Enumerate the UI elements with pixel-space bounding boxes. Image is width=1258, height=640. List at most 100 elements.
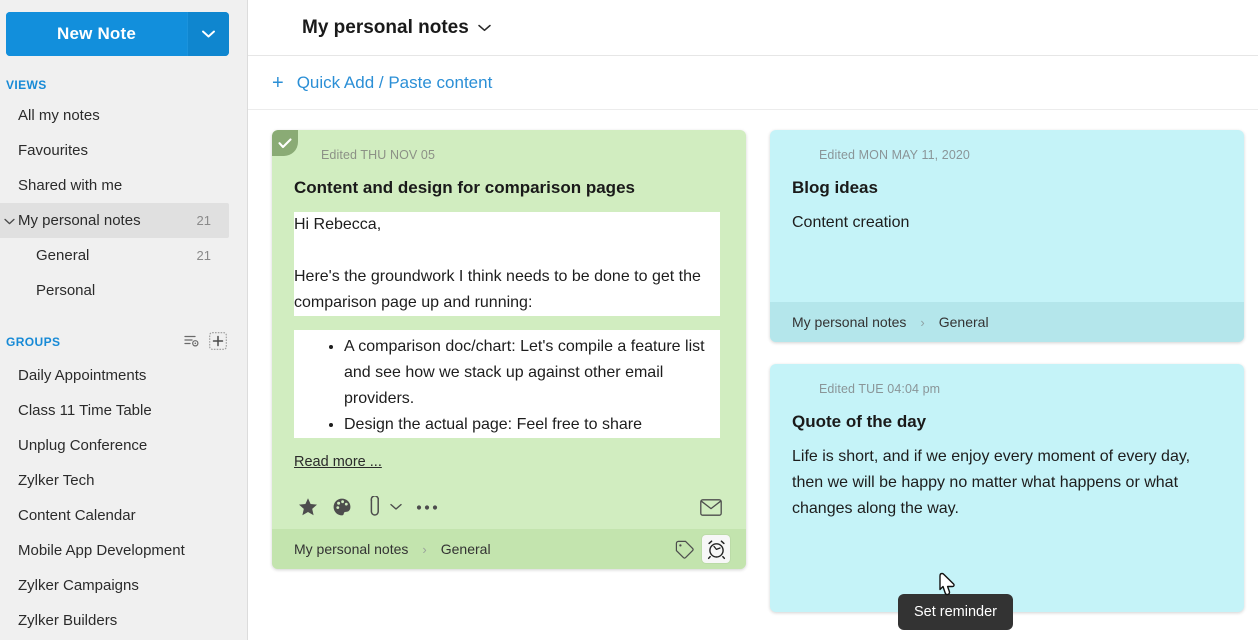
breadcrumb-parent[interactable]: My personal notes <box>294 541 408 557</box>
note-footer: My personal notes › General <box>770 302 1244 342</box>
note-body: Edited MON MAY 11, 2020 Blog ideas Conte… <box>770 130 1244 302</box>
note-title: Quote of the day <box>792 412 1222 432</box>
views-label-text: VIEWS <box>6 78 247 92</box>
sidebar-item-count: 21 <box>197 248 211 263</box>
sidebar-item-label: Personal <box>36 282 211 299</box>
tag-icon[interactable] <box>670 535 698 563</box>
sidebar-group-unplug-conference[interactable]: Unplug Conference <box>0 428 229 463</box>
sidebar-item-my-personal-notes[interactable]: My personal notes 21 <box>0 203 229 238</box>
list-item: A comparison doc/chart: Let's compile a … <box>344 334 712 412</box>
note-edited-timestamp: Edited TUE 04:04 pm <box>819 382 940 396</box>
sidebar-item-shared-with-me[interactable]: Shared with me <box>0 168 229 203</box>
sidebar-group-class-11-time-table[interactable]: Class 11 Time Table <box>0 393 229 428</box>
views-list: All my notes Favourites Shared with me M… <box>0 98 247 308</box>
page-title-dropdown-icon[interactable] <box>478 19 491 37</box>
chevron-down-icon <box>202 25 215 43</box>
groups-section-label: GROUPS <box>0 330 247 354</box>
sidebar-item-favourites[interactable]: Favourites <box>0 133 229 168</box>
sidebar-item-label: Zylker Tech <box>18 472 211 489</box>
attachment-dropdown-icon[interactable] <box>386 503 406 511</box>
note-meta-row: Edited THU NOV 05 <box>294 144 724 166</box>
note-snippet-body: Here's the groundwork I think needs to b… <box>294 264 720 316</box>
groups-label-text: GROUPS <box>6 335 184 349</box>
breadcrumb-separator-icon: › <box>422 542 426 557</box>
author-avatar <box>792 380 811 399</box>
groups-actions <box>184 332 227 353</box>
breadcrumb-separator-icon: › <box>920 315 924 330</box>
add-group-icon[interactable] <box>209 332 227 353</box>
page-title: My personal notes <box>302 17 469 39</box>
user-avatar <box>268 16 292 40</box>
sidebar-item-label: Class 11 Time Table <box>18 402 211 419</box>
quick-add-label: Quick Add / Paste content <box>297 73 493 93</box>
sidebar-group-mobile-app-development[interactable]: Mobile App Development <box>0 533 229 568</box>
app-window: New Note VIEWS All my notes Favourites S… <box>0 0 1258 640</box>
sidebar-group-zylker-tech[interactable]: Zylker Tech <box>0 463 229 498</box>
envelope-icon[interactable] <box>698 499 724 516</box>
notes-column-right: Edited MON MAY 11, 2020 Blog ideas Conte… <box>770 130 1244 612</box>
note-snippet-blank <box>294 238 720 264</box>
notes-column-left: Edited THU NOV 05 Content and design for… <box>272 130 746 569</box>
sidebar-item-label: Shared with me <box>18 177 211 194</box>
note-meta-row: Edited MON MAY 11, 2020 <box>792 144 1222 166</box>
paperclip-icon[interactable] <box>366 496 384 518</box>
sidebar-item-label: Zylker Campaigns <box>18 577 211 594</box>
note-body-text: Life is short, and if we enjoy every mom… <box>792 444 1204 522</box>
sidebar-item-label: Content Calendar <box>18 507 211 524</box>
note-edited-timestamp: Edited THU NOV 05 <box>321 148 435 162</box>
note-body: Edited TUE 04:04 pm Quote of the day Lif… <box>770 364 1244 612</box>
note-body: Edited THU NOV 05 Content and design for… <box>272 130 746 529</box>
star-icon[interactable] <box>294 497 322 517</box>
sidebar-item-personal[interactable]: Personal <box>0 273 229 308</box>
sidebar-item-count: 21 <box>197 213 211 228</box>
note-card-content-and-design[interactable]: Edited THU NOV 05 Content and design for… <box>272 130 746 569</box>
tooltip-text: Set reminder <box>914 604 997 620</box>
sidebar-group-daily-appointments[interactable]: Daily Appointments <box>0 358 229 393</box>
note-card-quote-of-the-day[interactable]: Edited TUE 04:04 pm Quote of the day Lif… <box>770 364 1244 612</box>
new-note-dropdown-button[interactable] <box>187 12 229 56</box>
sidebar-item-label: Daily Appointments <box>18 367 211 384</box>
tooltip-set-reminder: Set reminder <box>898 594 1013 630</box>
note-edited-timestamp: Edited MON MAY 11, 2020 <box>819 148 970 162</box>
note-title: Blog ideas <box>792 178 1222 198</box>
sidebar-item-label: Mobile App Development <box>18 542 211 559</box>
groups-list: Daily Appointments Class 11 Time Table U… <box>0 358 247 638</box>
new-note-group: New Note <box>6 12 229 56</box>
sidebar-item-label: Unplug Conference <box>18 437 211 454</box>
sidebar-item-label: Zylker Builders <box>18 612 211 629</box>
manage-groups-icon[interactable] <box>184 334 200 351</box>
sidebar-group-zylker-campaigns[interactable]: Zylker Campaigns <box>0 568 229 603</box>
breadcrumb-parent[interactable]: My personal notes <box>792 314 906 330</box>
sidebar-item-label: General <box>36 247 197 264</box>
note-snippet-block-2: A comparison doc/chart: Let's compile a … <box>294 330 720 438</box>
new-note-button[interactable]: New Note <box>6 12 187 56</box>
note-snippet-greeting: Hi Rebecca, <box>294 212 720 238</box>
sidebar-item-label: All my notes <box>18 107 211 124</box>
quick-add-bar[interactable]: + Quick Add / Paste content <box>248 56 1258 110</box>
views-section-label: VIEWS <box>0 76 247 94</box>
read-more-link[interactable]: Read more ... <box>294 454 382 470</box>
sidebar-item-general[interactable]: General 21 <box>0 238 229 273</box>
sidebar-group-content-calendar[interactable]: Content Calendar <box>0 498 229 533</box>
author-avatar <box>792 146 811 165</box>
note-title: Content and design for comparison pages <box>294 178 724 198</box>
note-footer: My personal notes › General <box>272 529 746 569</box>
note-card-blog-ideas[interactable]: Edited MON MAY 11, 2020 Blog ideas Conte… <box>770 130 1244 342</box>
breadcrumb-child[interactable]: General <box>441 541 491 557</box>
chevron-down-icon[interactable] <box>4 212 18 229</box>
sidebar-item-all-my-notes[interactable]: All my notes <box>0 98 229 133</box>
palette-icon[interactable] <box>328 497 356 517</box>
note-snippet-block-1: Hi Rebecca, Here's the groundwork I thin… <box>294 212 720 316</box>
sidebar-item-label: My personal notes <box>18 212 197 229</box>
page-header: My personal notes <box>248 0 1258 56</box>
list-item: Design the actual page: Feel free to sha… <box>344 412 712 438</box>
note-bullet-list: A comparison doc/chart: Let's compile a … <box>294 334 720 438</box>
notes-grid: Edited THU NOV 05 Content and design for… <box>248 110 1258 612</box>
more-horizontal-icon[interactable] <box>414 504 440 511</box>
main-content: My personal notes + Quick Add / Paste co… <box>248 0 1258 640</box>
note-body-text: Content creation <box>792 210 1222 236</box>
breadcrumb-child[interactable]: General <box>939 314 989 330</box>
note-meta-row: Edited TUE 04:04 pm <box>792 378 1222 400</box>
alarm-clock-icon[interactable] <box>702 535 730 563</box>
sidebar-group-zylker-builders[interactable]: Zylker Builders <box>0 603 229 638</box>
